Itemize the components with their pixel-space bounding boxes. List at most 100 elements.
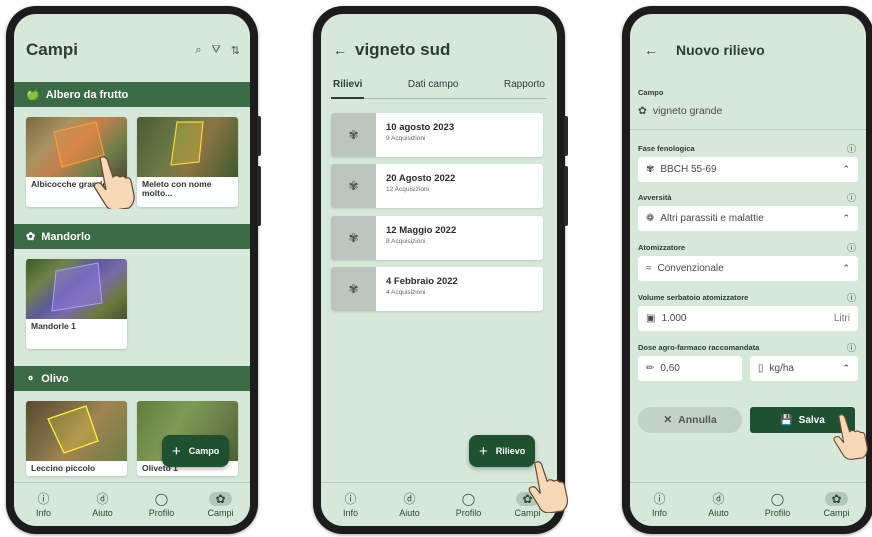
- field-name: Leccino piccolo: [31, 463, 96, 473]
- chevron-up-icon: ⌃: [842, 213, 850, 223]
- rilievo-icon: ✾: [331, 216, 376, 260]
- user-icon: ◯: [154, 491, 169, 506]
- search-icon[interactable]: ⌕: [195, 44, 201, 57]
- nav-item-profilo[interactable]: ◯ Profilo: [137, 492, 187, 518]
- field-card[interactable]: Mandorle 1: [26, 259, 127, 349]
- chevron-up-icon: ⌃: [842, 263, 850, 273]
- info-icon[interactable]: ⓘ: [847, 191, 856, 204]
- nav-label: Profilo: [764, 507, 791, 518]
- nav-label: Campi: [207, 507, 234, 518]
- nav-item-profilo[interactable]: ◯ Profilo: [444, 492, 494, 518]
- fase-select[interactable]: ✾ BBCH 55-69 ⌃: [638, 157, 858, 182]
- back-arrow-icon[interactable]: ←: [333, 42, 347, 58]
- field-card[interactable]: Meleto con nome molto...: [137, 117, 238, 207]
- tab-rilievi[interactable]: Rilievi: [331, 79, 365, 99]
- field-name: Mandorle 1: [31, 321, 76, 331]
- rilievo-date: 4 Febbraio 2022: [386, 276, 458, 287]
- leaf-icon: ✿: [209, 491, 232, 506]
- phone-campi: Campi ⌕ ⛛ ⇅ 🍏 Albero da frutto Albicocch…: [6, 6, 261, 534]
- nav-label: Aiuto: [708, 507, 729, 518]
- rilievo-card[interactable]: ✾ 10 agosto 2023 9 Acquisizioni: [331, 113, 543, 157]
- nav-item-info[interactable]: ⓘ Info: [19, 492, 69, 518]
- rilievo-count: 4 Acquisizioni: [386, 289, 426, 296]
- add-rilievo-label: Rilievo: [495, 446, 526, 456]
- atomizzatore-select[interactable]: ≈ Convenzionale ⌃: [638, 256, 858, 281]
- nav-item-campi[interactable]: ✿ Campi: [812, 491, 862, 518]
- section-label: Albero da frutto: [45, 88, 129, 101]
- screen-nuovo-rilievo: ← Nuovo rilievo Campo ✿ vigneto grande F…: [630, 14, 866, 526]
- plant-icon: ✾: [646, 164, 655, 175]
- nav-item-aiuto[interactable]: ⓓ Aiuto: [78, 492, 128, 518]
- rilievo-card[interactable]: ✾ 20 Agosto 2022 12 Acquisizioni: [331, 164, 543, 208]
- hand-pointer-icon: [833, 414, 868, 460]
- volume-input[interactable]: ▣ 1.000 Litri: [638, 306, 858, 331]
- field-card[interactable]: Leccino piccolo: [26, 401, 127, 476]
- stage: Campi ⌕ ⛛ ⇅ 🍏 Albero da frutto Albicocch…: [0, 0, 872, 537]
- nav-label: Profilo: [455, 507, 482, 518]
- tab-bar: Rilievi Dati campo Rapporto: [331, 79, 547, 99]
- rilievo-card[interactable]: ✾ 4 Febbraio 2022 4 Acquisizioni: [331, 267, 543, 311]
- spray-icon: ≈: [646, 263, 652, 274]
- sort-icon[interactable]: ⇅: [231, 44, 240, 57]
- volume-label: Volume serbatoio atomizzatore: [638, 293, 749, 302]
- section-header: ⚬ Olivo: [14, 366, 250, 391]
- page-title: vigneto sud: [355, 40, 451, 59]
- nav-label: Aiuto: [399, 507, 420, 518]
- nav-item-campi[interactable]: ✿ Campi: [196, 491, 246, 518]
- info-icon[interactable]: ⓘ: [847, 341, 856, 354]
- nav-item-info[interactable]: ⓘ Info: [635, 492, 685, 518]
- field-thumbnail: [26, 259, 127, 319]
- nav-label: Info: [35, 507, 51, 518]
- field-thumbnail: [137, 117, 238, 177]
- info-icon[interactable]: ⓘ: [847, 291, 856, 304]
- bottle-icon: ▯: [758, 363, 764, 374]
- info-icon[interactable]: ⓘ: [847, 241, 856, 254]
- add-field-label: Campo: [188, 446, 220, 456]
- phone-nuovo-rilievo: ← Nuovo rilievo Campo ✿ vigneto grande F…: [622, 6, 872, 534]
- field-name: Meleto con nome molto...: [142, 179, 212, 198]
- nav-item-profilo[interactable]: ◯ Profilo: [753, 492, 803, 518]
- avversita-select[interactable]: ❁ Altri parassiti e malattie ⌃: [638, 206, 858, 231]
- add-rilievo-button[interactable]: + Rilievo: [469, 435, 536, 467]
- apple-icon: 🍏: [26, 89, 40, 101]
- cancel-button[interactable]: ✕ Annulla: [638, 407, 742, 433]
- dose-unit-select[interactable]: ▯ kg/ha ⌃: [750, 356, 858, 381]
- info-icon: ⓘ: [344, 491, 357, 506]
- info-icon[interactable]: ⓘ: [847, 142, 856, 155]
- nav-label: Campi: [823, 507, 850, 518]
- add-field-button[interactable]: + Campo: [162, 435, 230, 467]
- save-icon: 💾: [780, 414, 793, 426]
- rilievo-icon: ✾: [331, 113, 376, 157]
- dose-input[interactable]: ✏ 0,60: [638, 356, 742, 381]
- avversita-label: Avversità: [638, 193, 672, 202]
- campo-label: Campo: [638, 88, 664, 97]
- tab-rapporto[interactable]: Rapporto: [502, 79, 547, 98]
- almond-icon: ✿: [26, 231, 36, 243]
- fase-label: Fase fenologica: [638, 144, 695, 153]
- rilievo-date: 10 agosto 2023: [386, 122, 455, 133]
- hand-pointer-icon: [528, 461, 569, 513]
- tab-dati-campo[interactable]: Dati campo: [406, 79, 461, 98]
- tank-icon: ▣: [646, 313, 656, 324]
- help-icon: ⓓ: [712, 491, 725, 506]
- rilievo-date: 20 Agosto 2022: [386, 173, 456, 184]
- rilievo-count: 9 Acquisizioni: [386, 135, 426, 142]
- help-icon: ⓓ: [96, 491, 109, 506]
- rilievo-icon: ✾: [331, 164, 376, 208]
- nav-item-info[interactable]: ⓘ Info: [326, 492, 376, 518]
- back-arrow-icon[interactable]: ←: [644, 42, 658, 58]
- plus-icon: +: [172, 442, 181, 460]
- close-icon: ✕: [663, 414, 673, 426]
- screen-campi: Campi ⌕ ⛛ ⇅ 🍏 Albero da frutto Albicocch…: [14, 14, 250, 526]
- nav-item-aiuto[interactable]: ⓓ Aiuto: [385, 492, 435, 518]
- phone-rilievi: ← vigneto sud Rilievi Dati campo Rapport…: [313, 6, 569, 534]
- bottom-nav: ⓘ Info ⓓ Aiuto ◯ Profilo ✿ Campi: [321, 482, 557, 526]
- filter-icon[interactable]: ⛛: [212, 44, 221, 57]
- chevron-up-icon: ⌃: [842, 363, 850, 373]
- header-actions: ⌕ ⛛ ⇅: [195, 44, 240, 57]
- rilievo-card[interactable]: ✾ 12 Maggio 2022 8 Acquisizioni: [331, 216, 543, 260]
- hand-pointer-icon: [93, 156, 135, 209]
- nav-item-aiuto[interactable]: ⓓ Aiuto: [694, 492, 744, 518]
- atomizzatore-label: Atomizzatore: [638, 243, 686, 252]
- nav-label: Profilo: [148, 507, 175, 518]
